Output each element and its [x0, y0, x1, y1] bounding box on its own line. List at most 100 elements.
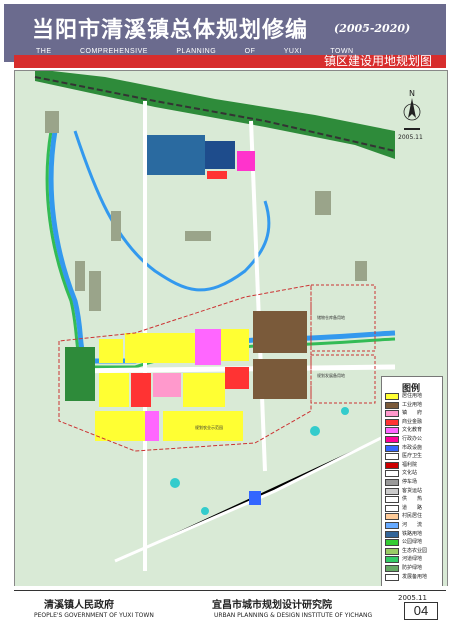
industrial-block-east [253, 359, 307, 399]
residential-block [99, 339, 123, 363]
legend-label: 发展备用地 [402, 573, 428, 580]
legend-swatch [385, 436, 399, 443]
village-patch [185, 231, 211, 241]
title-en-word: OF [244, 48, 256, 55]
town-gov-block [153, 373, 181, 397]
title-en-word: COMPREHENSIVE [79, 48, 148, 55]
residential-block [221, 329, 249, 361]
municipal-block-south [249, 491, 261, 505]
north-arrow-shape [408, 98, 416, 118]
residential-block [95, 411, 145, 441]
legend-label: 医疗卫生 [402, 453, 423, 460]
legend-swatch [385, 401, 399, 409]
legend-item: 医疗卫生 [385, 453, 441, 461]
residential-block [125, 333, 165, 363]
legend-item: 镇 府 [385, 410, 441, 418]
map-subtitle: 镇区建设用地规划图 [323, 54, 432, 68]
commercial-block [225, 367, 249, 389]
eco-agri-spot [341, 407, 349, 415]
legend-label: 商业金融 [402, 418, 423, 425]
legend-item: 防护绿地 [385, 565, 441, 572]
village-patch [355, 261, 367, 281]
legend-swatch [385, 573, 399, 581]
page-number: 04 [404, 602, 438, 620]
legend-swatch [385, 530, 399, 538]
map-sheet: 当阳市清溪镇总体规划修编 (2005-2020) THE COMPREHENSI… [0, 0, 450, 636]
municipal-block [205, 141, 235, 169]
village-patch [45, 111, 59, 133]
legend-item: 文化站 [385, 470, 441, 478]
legend-swatch [385, 496, 399, 504]
legend-swatch [385, 393, 399, 400]
industrial-block-east [253, 311, 307, 353]
residential-block [99, 373, 129, 407]
park-west [65, 347, 95, 401]
education-block [195, 329, 221, 365]
legend-item: 行政办公 [385, 436, 441, 443]
footer-divider [14, 590, 446, 591]
education-block [145, 411, 159, 441]
legend-label: 镇 府 [402, 410, 423, 417]
admin-block [237, 151, 255, 171]
eco-agri-spot [170, 478, 180, 488]
north-arrow-icon: N [403, 89, 421, 121]
legend-swatch [385, 522, 399, 529]
legend-swatch [385, 470, 399, 478]
legend-swatch [385, 539, 399, 547]
footer-left-en: PEOPLE'S GOVERNMENT OF YUXI TOWN [34, 612, 154, 619]
eco-agri-spot [310, 426, 320, 436]
title-en-word: THE [36, 48, 52, 55]
legend-item: 市政设施 [385, 444, 441, 452]
area-label: 储物仓库备用地 [317, 314, 345, 320]
legend-item: 客货运站 [385, 487, 441, 495]
village-patch [89, 271, 101, 311]
footer-right-cn: 宜昌市城市规划设计研究院 [212, 600, 332, 611]
legend-label: 文化站 [402, 470, 418, 477]
legend-item: 村民居住 [385, 513, 441, 521]
legend-swatch [385, 556, 399, 564]
industrial-north-block [147, 135, 205, 175]
legend-item: 河 流 [385, 522, 441, 529]
legend-label: 河道绿地 [402, 556, 423, 563]
legend-label: 村民居住 [402, 513, 423, 520]
legend-label: 文化教育 [402, 427, 423, 434]
legend-swatch [385, 427, 399, 435]
legend-swatch [385, 504, 399, 512]
north-label: N [409, 89, 415, 98]
legend-item: 停车场 [385, 479, 441, 486]
residential-block [165, 333, 195, 363]
plan-years: (2005-2020) [334, 22, 411, 35]
legend-item: 发展备用地 [385, 573, 441, 581]
title-en-word: YUXI [283, 48, 303, 55]
footer-left-cn: 清溪镇人民政府 [44, 600, 114, 611]
legend-label: 河 流 [402, 522, 423, 528]
legend: 图例 居住用地 工业用地镇 府商业金融 文化教育 行政办公 市政设施 医疗卫生 福利院 文化站… [381, 376, 443, 588]
legend-item: 工业用地 [385, 401, 441, 409]
legend-item: 河道绿地 [385, 556, 441, 564]
area-label: 规划农业示范园 [195, 424, 223, 430]
legend-swatch [385, 565, 399, 572]
legend-swatch [385, 487, 399, 495]
legend-swatch [385, 547, 399, 555]
village-patch [315, 191, 331, 215]
legend-label: 行政办公 [402, 436, 423, 442]
legend-label: 工业用地 [402, 401, 423, 408]
footer-date: 2005.11 [398, 594, 427, 602]
legend-label: 生态农业园 [402, 547, 428, 554]
legend-swatch [385, 444, 399, 452]
legend-item: 生态农业园 [385, 547, 441, 555]
legend-item: 铁路用地 [385, 530, 441, 538]
scale-label: 2005.11 [398, 134, 423, 141]
legend-item: 供 热 [385, 496, 441, 504]
legend-swatch [385, 418, 399, 426]
legend-swatch [385, 461, 399, 469]
village-patch [111, 211, 121, 241]
legend-item: 居住用地 [385, 393, 441, 400]
legend-swatch [385, 479, 399, 486]
legend-label: 供 热 [402, 496, 423, 503]
village-patch [75, 261, 85, 291]
footer: 清溪镇人民政府 PEOPLE'S GOVERNMENT OF YUXI TOWN… [0, 586, 450, 636]
legend-item: 福利院 [385, 461, 441, 469]
legend-swatch [385, 513, 399, 521]
legend-label: 居住用地 [402, 393, 423, 399]
